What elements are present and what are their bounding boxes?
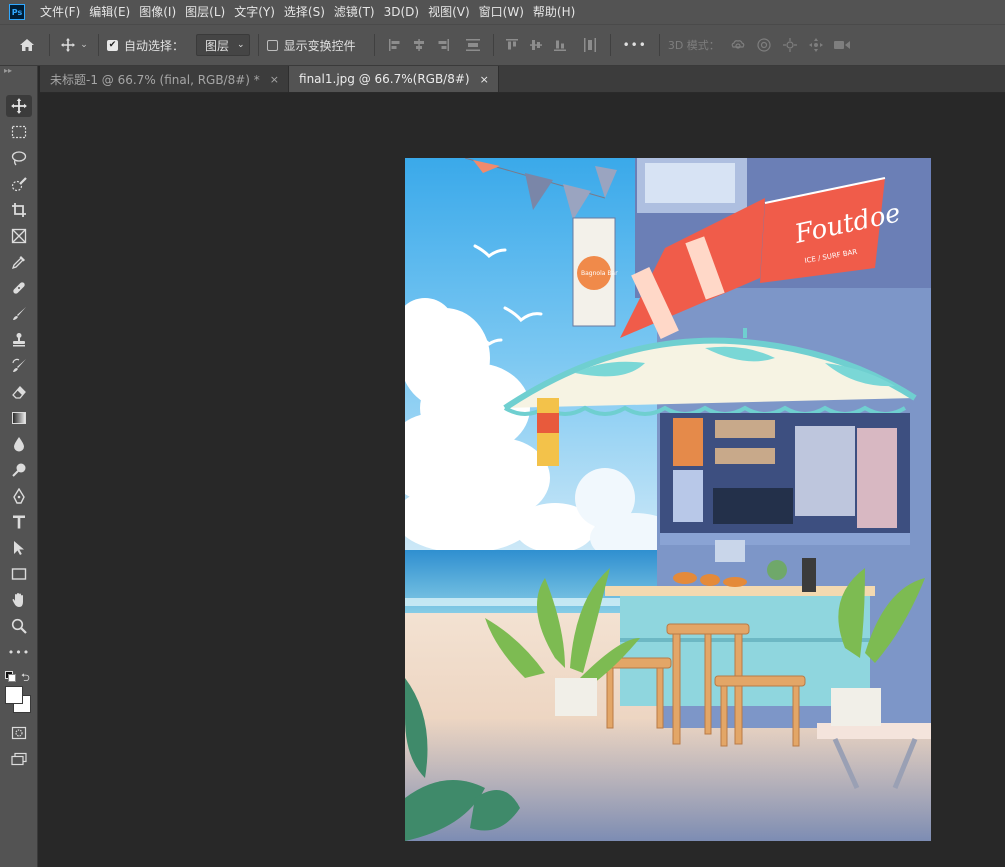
marquee-tool-icon[interactable]: [6, 121, 32, 143]
menu-file[interactable]: 文件(F): [35, 0, 84, 24]
menu-3d[interactable]: 3D(D): [379, 0, 423, 24]
clone-stamp-tool-icon[interactable]: [6, 329, 32, 351]
menu-image[interactable]: 图像(I): [134, 0, 180, 24]
distribute-horizontal-icon[interactable]: [580, 35, 600, 55]
menu-edit[interactable]: 编辑(E): [84, 0, 134, 24]
rectangle-tool-icon[interactable]: [6, 563, 32, 585]
frame-tool-icon[interactable]: [6, 225, 32, 247]
menu-window[interactable]: 窗口(W): [474, 0, 528, 24]
menu-type[interactable]: 文字(Y): [229, 0, 279, 24]
align-bottom-edges-icon[interactable]: [550, 35, 570, 55]
show-transform-label: 显示变换控件: [283, 38, 356, 53]
3d-orbit-icon[interactable]: [728, 35, 748, 55]
show-transform-checkbox[interactable]: [266, 39, 278, 51]
hand-tool-icon[interactable]: [6, 589, 32, 611]
menu-view[interactable]: 视图(V): [423, 0, 474, 24]
beach-cafe-illustration: Foutdoe ICE / SURF BAR Bagnola Bar: [405, 158, 931, 841]
gradient-tool-icon[interactable]: [6, 407, 32, 429]
separator: [492, 34, 494, 56]
distribute-vertical-icon[interactable]: [463, 35, 483, 55]
path-selection-tool-icon[interactable]: [6, 537, 32, 559]
tools-panel: ▸▸ ••• ⮌: [0, 66, 38, 867]
separator: [49, 34, 50, 56]
align-horizontal-centers-icon[interactable]: [409, 35, 429, 55]
menu-filter[interactable]: 滤镜(T): [329, 0, 379, 24]
brush-tool-icon[interactable]: [6, 303, 32, 325]
lasso-tool-icon[interactable]: [6, 147, 32, 169]
3d-slide-icon[interactable]: [806, 35, 826, 55]
more-options-button[interactable]: •••: [623, 38, 647, 52]
chevron-down-icon: ⌄: [237, 40, 245, 50]
document-canvas-image[interactable]: Foutdoe ICE / SURF BAR Bagnola Bar: [405, 158, 931, 841]
tab-label: 未标题-1 @ 66.7% (final, RGB/8#) *: [50, 72, 260, 87]
tab-label: final1.jpg @ 66.7%(RGB/8#): [299, 72, 470, 86]
options-bar: ⌄ ✔ 自动选择： 图层 ⌄ 显示变换控件 ••• 3D 模式：: [0, 24, 1005, 66]
separator: [658, 34, 660, 56]
crop-tool-icon[interactable]: [6, 199, 32, 221]
3d-scale-icon[interactable]: [832, 35, 852, 55]
separator: [609, 34, 611, 56]
foreground-color-swatch[interactable]: [5, 686, 23, 704]
separator: [98, 34, 99, 56]
dodge-tool-icon[interactable]: [6, 459, 32, 481]
menu-bar: Ps 文件(F) 编辑(E) 图像(I) 图层(L) 文字(Y) 选择(S) 滤…: [0, 0, 1005, 24]
eyedropper-tool-icon[interactable]: [6, 251, 32, 273]
align-right-edges-icon[interactable]: [433, 35, 453, 55]
align-top-edges-icon[interactable]: [502, 35, 522, 55]
round-sign-text: Bagnola Bar: [581, 270, 618, 277]
menu-layer[interactable]: 图层(L): [180, 0, 229, 24]
menu-select[interactable]: 选择(S): [279, 0, 329, 24]
pen-tool-icon[interactable]: [6, 485, 32, 507]
3d-mode-label: 3D 模式：: [667, 39, 720, 52]
close-icon[interactable]: ×: [480, 73, 489, 86]
edit-toolbar-button[interactable]: •••: [6, 641, 32, 663]
align-vertical-centers-icon[interactable]: [526, 35, 546, 55]
blur-tool-icon[interactable]: [6, 433, 32, 455]
healing-brush-tool-icon[interactable]: [6, 277, 32, 299]
zoom-tool-icon[interactable]: [6, 615, 32, 637]
auto-select-target-dropdown[interactable]: 图层 ⌄: [196, 34, 250, 56]
default-colors-icon[interactable]: [5, 671, 16, 682]
document-tabs: 未标题-1 @ 66.7% (final, RGB/8#) * × final1…: [40, 66, 1005, 93]
dropdown-value: 图层: [205, 38, 230, 53]
auto-select-label: 自动选择：: [124, 38, 185, 53]
separator: [373, 34, 375, 56]
auto-select-checkbox[interactable]: ✔: [107, 39, 118, 51]
type-tool-icon[interactable]: [6, 511, 32, 533]
tab-final1[interactable]: final1.jpg @ 66.7%(RGB/8#) ×: [289, 66, 499, 92]
home-icon[interactable]: [17, 35, 37, 55]
close-icon[interactable]: ×: [270, 73, 279, 86]
quick-mask-icon[interactable]: [6, 722, 32, 744]
menu-help[interactable]: 帮助(H): [528, 0, 579, 24]
chevron-down-icon[interactable]: ⌄: [78, 40, 90, 50]
history-brush-tool-icon[interactable]: [6, 355, 32, 377]
3d-roll-icon[interactable]: [754, 35, 774, 55]
collapse-toolbar-icon[interactable]: ▸▸: [4, 66, 12, 75]
move-tool-preset-icon[interactable]: [58, 35, 78, 55]
eraser-tool-icon[interactable]: [6, 381, 32, 403]
align-left-edges-icon[interactable]: [385, 35, 405, 55]
screen-mode-icon[interactable]: [6, 748, 32, 770]
tab-untitled-1[interactable]: 未标题-1 @ 66.7% (final, RGB/8#) * ×: [40, 66, 290, 92]
3d-pan-icon[interactable]: [780, 35, 800, 55]
move-tool-icon[interactable]: [6, 95, 32, 117]
quick-selection-tool-icon[interactable]: [6, 173, 32, 195]
separator: [257, 34, 259, 56]
photoshop-logo-icon: Ps: [9, 4, 25, 20]
